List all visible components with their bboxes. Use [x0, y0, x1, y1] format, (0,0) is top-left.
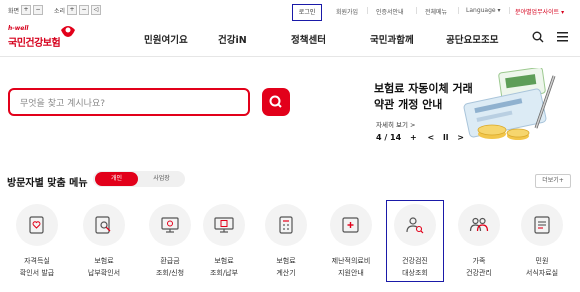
section-title: 방문자별 맞춤 메뉴	[7, 178, 88, 189]
menu-icon-bg	[203, 204, 245, 246]
site-logo[interactable]: 국민건강보험	[8, 34, 61, 49]
menu-icon-bg	[458, 204, 500, 246]
menu-item-refund[interactable]: 환급금 조회/신청	[141, 200, 201, 282]
menu-label: 보험료 계산기	[257, 255, 315, 279]
menu-icon-bg	[330, 204, 372, 246]
menu-label-line1: 민원	[535, 257, 549, 265]
banner-pause-button[interactable]: ll	[443, 133, 448, 142]
certificate-heart-icon	[29, 216, 44, 234]
signup-link[interactable]: 회원가입	[336, 7, 358, 16]
login-link[interactable]: 로그인	[292, 4, 322, 21]
divider	[509, 7, 510, 14]
screen-zoom-out-button[interactable]: −	[33, 5, 44, 15]
banner-title: 보험료 자동이체 거래 약관 개정 안내	[374, 81, 473, 113]
search-placeholder: 무엇을 찾고 계시나요?	[20, 99, 106, 109]
sound-label: 소리	[54, 7, 66, 15]
banner-controls: 4 / 14 + < ll >	[376, 133, 464, 142]
calculator-icon	[279, 216, 293, 234]
screen-zoom-in-button[interactable]: +	[21, 5, 32, 15]
menu-label-line2: 건강관리	[466, 269, 492, 277]
highlight-box	[386, 200, 444, 282]
header-divider	[0, 56, 580, 57]
menu-label-line2: 납부확인서	[87, 269, 121, 277]
nav-about[interactable]: 공단요모조모	[446, 32, 498, 46]
screen-label: 화면	[8, 7, 20, 15]
sitemap-select[interactable]: 분야별업무사이트 ▾	[515, 7, 564, 16]
certificate-link[interactable]: 인증서안내	[376, 7, 404, 16]
nav-policy-center[interactable]: 정책센터	[291, 32, 326, 46]
menu-icon-bg	[521, 204, 563, 246]
menu-label-line1: 보험료	[214, 257, 234, 265]
divider	[367, 7, 368, 14]
menu-label-line1: 자격득실	[24, 257, 50, 265]
banner-counter: 4 / 14	[376, 133, 402, 142]
menu-icon-bg	[83, 204, 125, 246]
menu-item-premium-inquiry[interactable]: 보험료 조회/납부	[195, 200, 255, 282]
sound-down-button[interactable]: −	[79, 5, 90, 15]
menu-item-calculator[interactable]: 보험료 계산기	[257, 200, 317, 282]
menu-label-line1: 보험료	[276, 257, 296, 265]
monitor-document-icon	[214, 217, 234, 233]
menu-label-line1: 환급금	[160, 257, 180, 265]
utility-bar: 화면 + − 소리 + − ◁ 로그인 회원가입 인증서안내 전체메뉴 Lang…	[0, 4, 580, 21]
menu-label-line2: 조회/신청	[155, 269, 185, 277]
menu-label-line2: 확인서 발급	[19, 269, 55, 277]
menu-item-payment-confirmation[interactable]: 보험료 납부확인서	[75, 200, 135, 282]
sound-control: 소리 + − ◁	[54, 5, 102, 15]
menu-item-qualification[interactable]: 자격득실 확인서 발급	[8, 200, 68, 282]
document-list-icon	[534, 216, 550, 234]
menu-item-family-health[interactable]: 가족 건강관리	[450, 200, 510, 282]
menu-label-line1: 가족	[472, 257, 486, 265]
menu-icon-bg	[265, 204, 307, 246]
tab-business[interactable]: 사업장	[140, 172, 183, 186]
banner-prev-button[interactable]: <	[428, 133, 435, 142]
search-icon[interactable]	[532, 31, 544, 43]
nav-minwon[interactable]: 민원여기요	[144, 32, 188, 46]
banner-illustration-icon	[463, 68, 556, 140]
menu-label-line2: 조회/납부	[209, 269, 239, 277]
logo-mark-icon	[61, 26, 75, 37]
menu-label: 보험료 납부확인서	[75, 255, 133, 279]
more-button[interactable]: 더보기+	[535, 174, 571, 188]
tab-individual[interactable]: 개인	[95, 172, 138, 186]
nav-with-public[interactable]: 국민과함께	[370, 32, 414, 46]
menu-label: 제난적의료비 지원안내	[322, 255, 380, 279]
all-menu-link[interactable]: 전체메뉴	[425, 7, 447, 16]
hamburger-menu-icon[interactable]	[557, 32, 569, 42]
menu-label: 민원 서식자료실	[513, 255, 571, 279]
menu-label-line1: 보험료	[94, 257, 114, 265]
family-icon	[469, 217, 489, 232]
banner-title-line2: 약관 개정 안내	[374, 98, 443, 111]
document-search-icon	[95, 216, 111, 234]
menu-label-line2: 지원안내	[338, 269, 364, 277]
menu-label-line1: 제난적의료비	[331, 257, 371, 265]
language-select[interactable]: Language ▾	[466, 7, 501, 14]
search-button[interactable]	[262, 88, 290, 116]
divider	[416, 7, 417, 14]
nav-health-in[interactable]: 건강iN	[218, 32, 247, 46]
menu-icon-bg	[149, 204, 191, 246]
menu-label-line2: 서식자료실	[525, 269, 559, 277]
logo-tagline: h-well	[8, 25, 29, 32]
menu-label-line2: 계산기	[276, 269, 296, 277]
divider	[458, 7, 459, 14]
search-icon	[269, 95, 282, 108]
screen-size-control: 화면 + −	[8, 5, 44, 15]
menu-label: 가족 건강관리	[450, 255, 508, 279]
menu-item-forms-library[interactable]: 민원 서식자료실	[513, 200, 573, 282]
medical-support-icon	[342, 217, 359, 233]
banner-more-link[interactable]: 자세히 보기 >	[376, 119, 415, 129]
menu-item-catastrophic-medical[interactable]: 제난적의료비 지원안내	[322, 200, 382, 282]
banner-plus-button[interactable]: +	[410, 133, 417, 142]
menu-icon-bg	[16, 204, 58, 246]
sound-up-button[interactable]: +	[67, 5, 78, 15]
menu-label: 보험료 조회/납부	[195, 255, 253, 279]
menu-label: 환급금 조회/신청	[141, 255, 199, 279]
banner-title-line1: 보험료 자동이체 거래	[374, 82, 473, 95]
menu-label: 자격득실 확인서 발급	[8, 255, 66, 279]
monitor-coin-icon	[161, 217, 179, 233]
sound-mute-icon[interactable]: ◁	[91, 5, 102, 15]
